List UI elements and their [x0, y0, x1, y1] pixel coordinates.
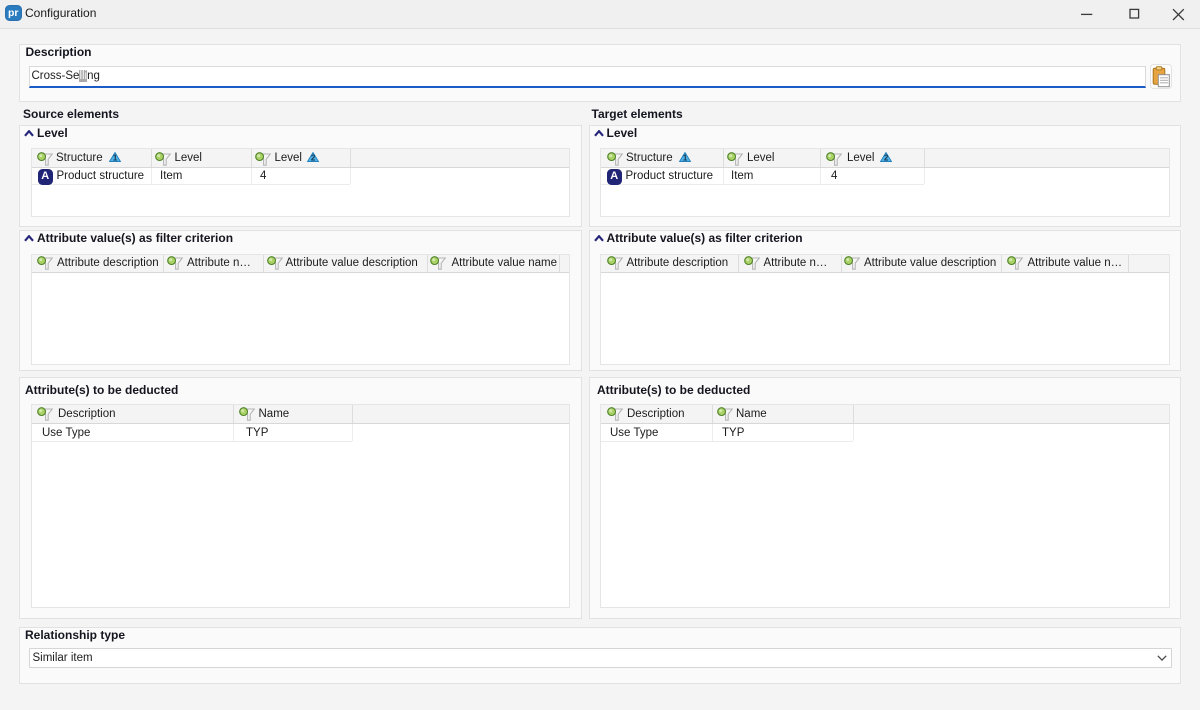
svg-text:2: 2	[884, 154, 889, 162]
svg-text:1: 1	[112, 154, 117, 162]
svg-text:1: 1	[683, 154, 688, 162]
svg-text:2: 2	[311, 154, 316, 162]
